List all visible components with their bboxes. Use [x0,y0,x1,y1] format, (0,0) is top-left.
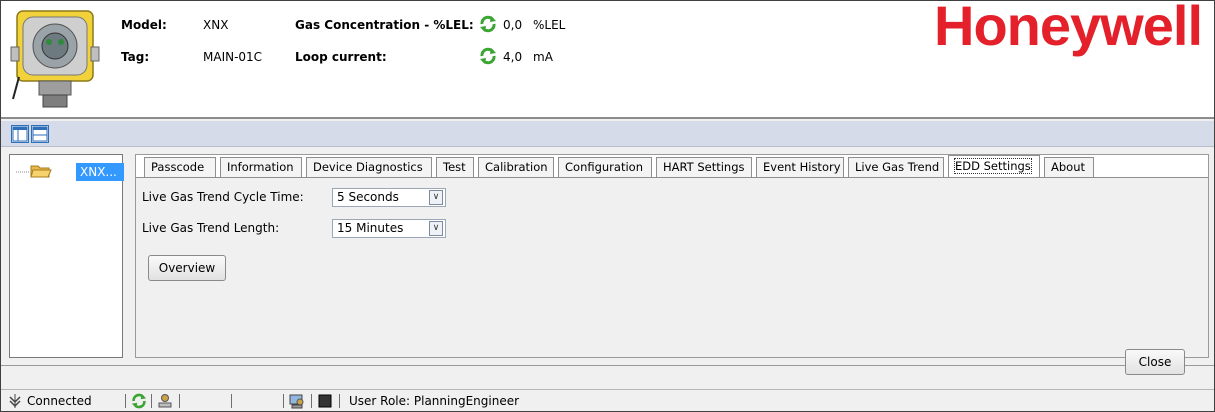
model-label: Model: [121,18,167,32]
tab-content: Live Gas Trend Cycle Time: 5 Seconds ∨ L… [136,177,1208,357]
tree-item-label[interactable]: XNX... [76,163,124,181]
loop-current-unit: mA [533,50,553,64]
overview-button[interactable]: Overview [148,255,226,281]
device-header: Model: XNX Tag: MAIN-01C Gas Concentrati… [1,0,1214,119]
layout-left-button[interactable] [11,125,29,143]
tab-test[interactable]: Test [436,157,474,177]
tab-label: EDD Settings [954,158,1032,174]
tab-label: Test [443,160,466,174]
tab-event-history[interactable]: Event History [756,157,844,177]
stop-icon[interactable] [317,393,333,409]
user-role: User Role: PlanningEngineer [349,394,520,408]
tab-live-gas-trend[interactable]: Live Gas Trend [848,157,944,177]
user-device-icon[interactable] [157,393,173,409]
divider [125,394,126,408]
tab-device-diagnostics[interactable]: Device Diagnostics [306,157,432,177]
divider [231,394,232,408]
layout-icon [32,126,48,142]
tab-label: Configuration [565,160,643,174]
tree-item-xnx[interactable]: XNX... [16,163,124,181]
layout-icon [12,126,28,142]
model-value: XNX [203,18,229,32]
connection-status: Connected [27,394,92,408]
tab-label: Passcode [151,160,205,174]
honeywell-logo: Honeywell [934,0,1203,57]
tab-edd-settings[interactable]: EDD Settings [948,155,1040,177]
tab-label: Information [227,160,294,174]
divider [1,365,1214,366]
close-button[interactable]: Close [1125,349,1185,375]
status-bar: Connected User Role: PlanningEngineer [1,389,1214,411]
tab-hart-settings[interactable]: HART Settings [656,157,752,177]
tab-information[interactable]: Information [220,157,302,177]
refresh-icon[interactable] [131,393,147,409]
device-tree: XNX... [9,154,124,358]
tab-label: HART Settings [663,160,745,174]
chevron-down-icon[interactable]: ∨ [429,221,443,236]
toolbar [1,121,1214,147]
trend-length-value: 15 Minutes [337,221,404,235]
refresh-icon[interactable] [479,47,497,65]
tab-label: About [1051,160,1086,174]
divider [179,394,180,408]
cycle-time-value: 5 Seconds [337,190,399,204]
tag-value: MAIN-01C [203,50,263,64]
tab-configuration[interactable]: Configuration [558,157,652,177]
tab-label: Device Diagnostics [313,160,423,174]
tab-label: Calibration [485,160,548,174]
folder-icon [30,165,52,178]
content-panel: Live Gas Trend Cycle Time: 5 Seconds ∨ L… [135,154,1209,358]
gas-concentration-unit: %LEL [533,18,566,32]
loop-current-value: 4,0 [503,50,523,64]
gas-concentration-value: 0,0 [503,18,523,32]
tab-calibration[interactable]: Calibration [478,157,554,177]
tab-about[interactable]: About [1044,157,1094,177]
cycle-time-label: Live Gas Trend Cycle Time: [142,190,304,204]
refresh-icon[interactable] [479,15,497,33]
trend-length-select[interactable]: 15 Minutes ∨ [332,219,446,238]
app-window: Model: XNX Tag: MAIN-01C Gas Concentrati… [0,0,1215,412]
chevron-down-icon[interactable]: ∨ [429,190,443,205]
divider [151,394,152,408]
tab-label: Event History [763,160,841,174]
cycle-time-select[interactable]: 5 Seconds ∨ [332,188,446,207]
layout-right-button[interactable] [31,125,49,143]
loop-current-label: Loop current: [295,50,387,64]
tab-passcode[interactable]: Passcode [144,157,216,177]
tree-connector-icon [16,171,30,173]
divider [283,394,284,408]
gas-concentration-label: Gas Concentration - %LEL: [295,18,474,32]
divider [311,394,312,408]
device-image-icon [10,10,100,108]
tab-label: Live Gas Trend [855,160,940,174]
computer-user-icon[interactable] [289,393,305,409]
trend-length-label: Live Gas Trend Length: [142,221,280,235]
divider [339,394,340,408]
tag-label: Tag: [121,50,150,64]
connected-icon [9,394,21,408]
